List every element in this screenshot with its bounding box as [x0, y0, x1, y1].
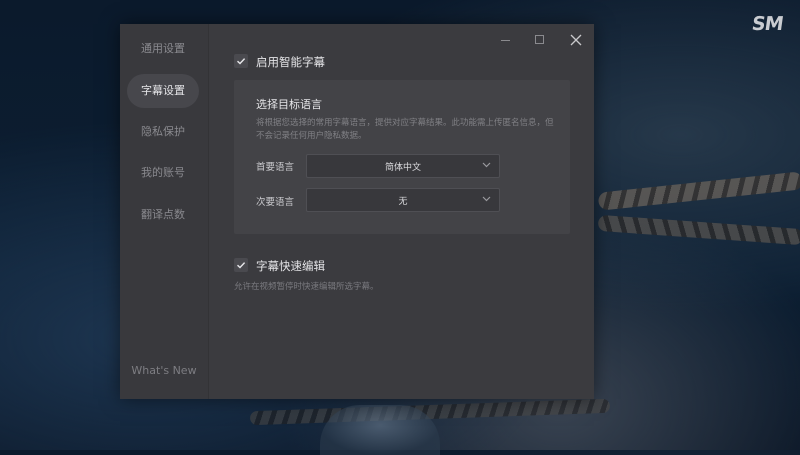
brand-logo: SM	[750, 13, 785, 35]
secondary-language-label: 次要语言	[256, 197, 295, 208]
maximize-icon[interactable]	[530, 30, 550, 50]
sidebar-item-privacy[interactable]: 隐私保护	[127, 115, 199, 149]
panel-description: 将根据您选择的常用字幕语言，提供对应字幕结果。此功能需上传匿名信息，但不会记录任…	[256, 118, 554, 141]
background-rope	[597, 171, 800, 211]
settings-dialog: 通用设置 字幕设置 隐私保护 我的账号 翻译点数 What's New 启用智能…	[120, 24, 594, 399]
quick-edit-checkbox[interactable]	[234, 258, 248, 272]
quick-edit-description: 允许在视频暂停时快速编辑所选字幕。	[234, 282, 379, 292]
primary-language-select[interactable]: 简体中文	[306, 154, 500, 178]
close-icon[interactable]	[566, 30, 586, 50]
whats-new-link[interactable]: What's New	[120, 364, 208, 377]
smart-subtitle-label[interactable]: 启用智能字幕	[256, 54, 325, 70]
background-figure	[320, 405, 440, 455]
smart-subtitle-checkbox[interactable]	[234, 54, 248, 68]
secondary-language-select[interactable]: 无	[306, 188, 500, 212]
chevron-down-icon	[482, 196, 491, 202]
sidebar-item-general[interactable]: 通用设置	[127, 32, 199, 66]
primary-language-label: 首要语言	[256, 162, 295, 173]
chevron-down-icon	[482, 162, 491, 168]
quick-edit-label[interactable]: 字幕快速编辑	[256, 258, 325, 274]
checkmark-icon	[237, 262, 246, 269]
panel-title: 选择目标语言	[256, 98, 322, 111]
sidebar-item-subtitles[interactable]: 字幕设置	[127, 74, 199, 108]
minimize-icon[interactable]	[496, 30, 516, 50]
primary-language-value: 简体中文	[384, 163, 421, 173]
checkmark-icon	[237, 58, 246, 65]
background-rope	[597, 214, 800, 246]
sidebar-item-account[interactable]: 我的账号	[127, 156, 199, 190]
secondary-language-value: 无	[398, 197, 408, 207]
sidebar-item-translation-points[interactable]: 翻译点数	[127, 198, 199, 232]
settings-sidebar: 通用设置 字幕设置 隐私保护 我的账号 翻译点数 What's New	[120, 24, 209, 399]
target-language-panel: 选择目标语言 将根据您选择的常用字幕语言，提供对应字幕结果。此功能需上传匿名信息…	[234, 80, 570, 234]
